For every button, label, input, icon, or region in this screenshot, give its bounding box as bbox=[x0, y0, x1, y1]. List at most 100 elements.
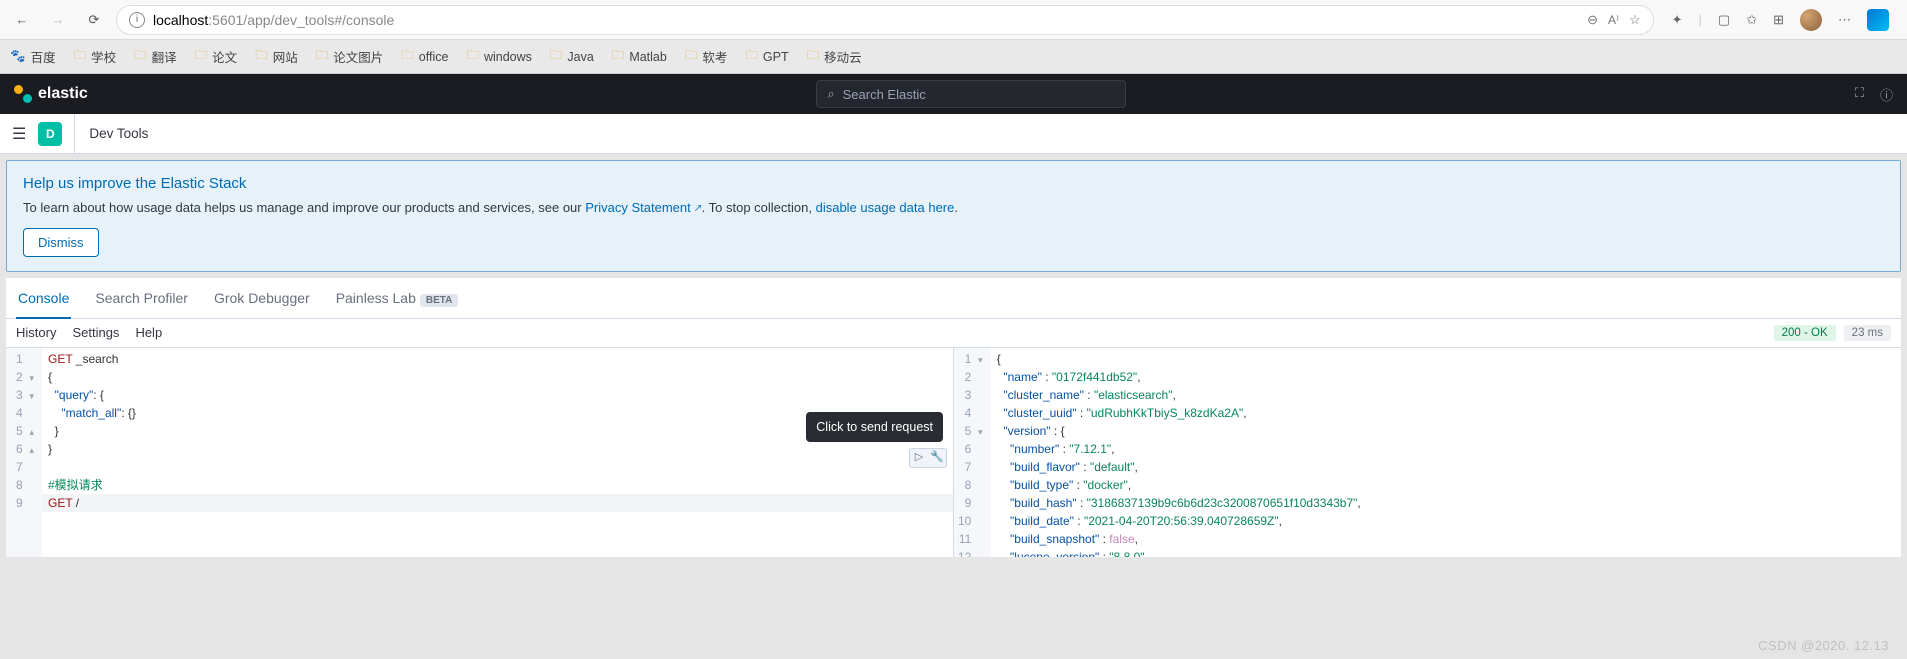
elastic-logo[interactable]: elastic bbox=[14, 85, 88, 103]
bookmark-label: 论文 bbox=[212, 47, 237, 66]
menu-toggle-icon[interactable]: ☰ bbox=[12, 124, 26, 144]
request-pane[interactable]: 1 2 ▾3 ▾4 5 ▴6 ▴7 8 9 GET _search { "que… bbox=[6, 348, 953, 557]
bookmark-label: 移动云 bbox=[824, 47, 862, 66]
tab-search-profiler[interactable]: Search Profiler bbox=[93, 278, 190, 318]
response-code: { "name" : "0172f441db52", "cluster_name… bbox=[991, 348, 1901, 557]
info-icon: i bbox=[129, 12, 145, 28]
privacy-link[interactable]: Privacy Statement 🡕 bbox=[585, 200, 701, 215]
callout-body: To learn about how usage data helps us m… bbox=[23, 198, 1884, 218]
bookmark-item[interactable]: 🗀 Java bbox=[550, 46, 594, 67]
folder-icon: 🗀 bbox=[134, 46, 147, 67]
app-icon[interactable]: ⊞ bbox=[1773, 12, 1784, 28]
bookmark-item[interactable]: 🗀论文图片 bbox=[316, 46, 384, 67]
devtools-tabs: Console Search Profiler Grok Debugger Painl… bbox=[6, 278, 1901, 319]
console-subtabs: History Settings Help 200 - OK 23 ms bbox=[6, 319, 1901, 347]
subtab-help[interactable]: Help bbox=[135, 325, 162, 340]
bookmark-label: Java bbox=[567, 50, 593, 64]
app-badge[interactable]: D bbox=[38, 122, 62, 146]
bookmark-item[interactable]: 🗀 windows bbox=[466, 46, 531, 67]
folder-icon: 🗀 bbox=[685, 46, 698, 67]
bookmark-label: 翻译 bbox=[152, 47, 177, 66]
forward-button[interactable]: → bbox=[44, 6, 72, 34]
bookmark-item[interactable]: 🐾百度 bbox=[10, 47, 56, 66]
bookmark-item[interactable]: 🗀论文 bbox=[195, 46, 238, 67]
bookmark-item[interactable]: 🗀 网站 bbox=[255, 46, 298, 67]
fullscreen-icon[interactable]: ⛶ bbox=[1855, 85, 1864, 104]
extensions-icon[interactable]: ✦ bbox=[1672, 12, 1683, 28]
breadcrumb-bar: ☰ D Dev Tools bbox=[0, 114, 1907, 154]
status-badge: 200 - OK bbox=[1774, 325, 1836, 341]
bookmark-item[interactable]: 🗀 翻译 bbox=[134, 46, 177, 67]
elastic-header: elastic ⌕ Search Elastic ⛶ ⓘ bbox=[0, 74, 1907, 114]
folder-icon: 🗀 bbox=[74, 46, 87, 67]
bookmark-item[interactable]: 🗀 office bbox=[401, 46, 448, 67]
bookmark-item[interactable]: 🗀软考 bbox=[685, 46, 728, 67]
send-tooltip: Click to send request bbox=[806, 412, 943, 443]
bookmark-item[interactable]: 🗀GPT bbox=[745, 46, 788, 67]
watermark: CSDN @2020. 12.13 bbox=[1758, 638, 1889, 653]
response-gutter: 1 ▾2 3 4 5 ▾6 7 8 9 10 11 12 13 14 15 ▴1… bbox=[954, 348, 991, 557]
copilot-icon[interactable] bbox=[1867, 9, 1889, 31]
response-pane[interactable]: 1 ▾2 3 4 5 ▾6 7 8 9 10 11 12 13 14 15 ▴1… bbox=[953, 348, 1901, 557]
bookmark-label: windows bbox=[484, 50, 532, 64]
bookmark-label: 学校 bbox=[91, 47, 116, 66]
elastic-brand-text: elastic bbox=[38, 85, 88, 103]
telemetry-callout: Help us improve the Elastic Stack To lea… bbox=[6, 160, 1901, 272]
bookmark-label: office bbox=[419, 50, 449, 64]
read-aloud-icon[interactable]: A⁾ bbox=[1608, 13, 1619, 27]
request-code[interactable]: GET _search { "query": { "match_all": {}… bbox=[42, 348, 953, 557]
folder-icon: 🗀 bbox=[316, 46, 329, 67]
address-bar[interactable]: i localhost:5601/app/dev_tools#/console … bbox=[116, 5, 1654, 35]
folder-icon: 🗀 bbox=[255, 46, 268, 67]
callout-title: Help us improve the Elastic Stack bbox=[23, 175, 1884, 192]
favorites-bar-icon[interactable]: ✩ bbox=[1746, 12, 1757, 28]
request-options-icon[interactable]: 🔧 bbox=[929, 450, 945, 466]
search-placeholder: Search Elastic bbox=[843, 87, 926, 102]
bookmark-item[interactable]: 🗀移动云 bbox=[807, 46, 862, 67]
browser-toolbar: ← → ⟳ i localhost:5601/app/dev_tools#/co… bbox=[0, 0, 1907, 40]
bookmark-label: 网站 bbox=[273, 47, 298, 66]
request-gutter: 1 2 ▾3 ▾4 5 ▴6 ▴7 8 9 bbox=[6, 348, 42, 557]
dismiss-button[interactable]: Dismiss bbox=[23, 228, 99, 257]
bookmark-label: GPT bbox=[763, 50, 789, 64]
disable-link[interactable]: disable usage data here bbox=[816, 200, 955, 215]
folder-icon: 🗀 bbox=[550, 46, 563, 67]
folder-icon: 🗀 bbox=[466, 46, 479, 67]
time-badge: 23 ms bbox=[1844, 325, 1891, 341]
tab-console[interactable]: Console bbox=[16, 278, 71, 318]
bookmark-label: 论文图片 bbox=[333, 47, 383, 66]
folder-icon: 🗀 bbox=[807, 46, 820, 67]
console-editor: 1 2 ▾3 ▾4 5 ▴6 ▴7 8 9 GET _search { "que… bbox=[6, 347, 1901, 557]
tab-grok-debugger[interactable]: Grok Debugger bbox=[212, 278, 312, 318]
bookmarks-bar: 🐾百度🗀学校🗀翻译🗀论文🗀网站🗀论文图片🗀office🗀windows🗀Java… bbox=[0, 40, 1907, 74]
search-icon: ⌕ bbox=[827, 86, 834, 102]
more-icon[interactable]: ⋯ bbox=[1838, 12, 1851, 28]
bookmark-label: Matlab bbox=[629, 50, 667, 64]
elastic-search-input[interactable]: ⌕ Search Elastic bbox=[816, 80, 1126, 108]
subtab-history[interactable]: History bbox=[16, 325, 56, 340]
bookmark-label: 软考 bbox=[702, 47, 727, 66]
bookmark-label: 百度 bbox=[31, 47, 56, 66]
subtab-settings[interactable]: Settings bbox=[72, 325, 119, 340]
beta-badge: BETA bbox=[420, 294, 458, 307]
zoom-icon[interactable]: ⊖ bbox=[1587, 12, 1598, 28]
newsfeed-icon[interactable]: ⓘ bbox=[1880, 85, 1893, 104]
back-button[interactable]: ← bbox=[8, 6, 36, 34]
external-link-icon: 🡕 bbox=[694, 203, 701, 215]
folder-icon: 🗀 bbox=[401, 46, 414, 67]
send-request-icon[interactable]: ▷ bbox=[911, 450, 927, 466]
profile-avatar[interactable] bbox=[1800, 9, 1822, 31]
bookmark-item[interactable]: 🗀学校 bbox=[74, 46, 117, 67]
request-actions: ▷ 🔧 bbox=[909, 448, 947, 468]
elastic-logo-icon bbox=[14, 85, 32, 103]
folder-icon: 🗀 bbox=[195, 46, 208, 67]
divider: | bbox=[1699, 12, 1702, 27]
tab-painless-lab[interactable]: Painless LabBETA bbox=[334, 278, 461, 318]
bookmark-item[interactable]: 🗀 Matlab bbox=[612, 46, 667, 67]
folder-icon: 🗀 bbox=[612, 46, 625, 67]
url-text: localhost:5601/app/dev_tools#/console bbox=[153, 12, 1579, 28]
refresh-button[interactable]: ⟳ bbox=[80, 6, 108, 34]
favorite-icon[interactable]: ☆ bbox=[1629, 12, 1641, 28]
breadcrumb-page: Dev Tools bbox=[74, 114, 148, 153]
collections-icon[interactable]: ▢ bbox=[1718, 12, 1730, 28]
